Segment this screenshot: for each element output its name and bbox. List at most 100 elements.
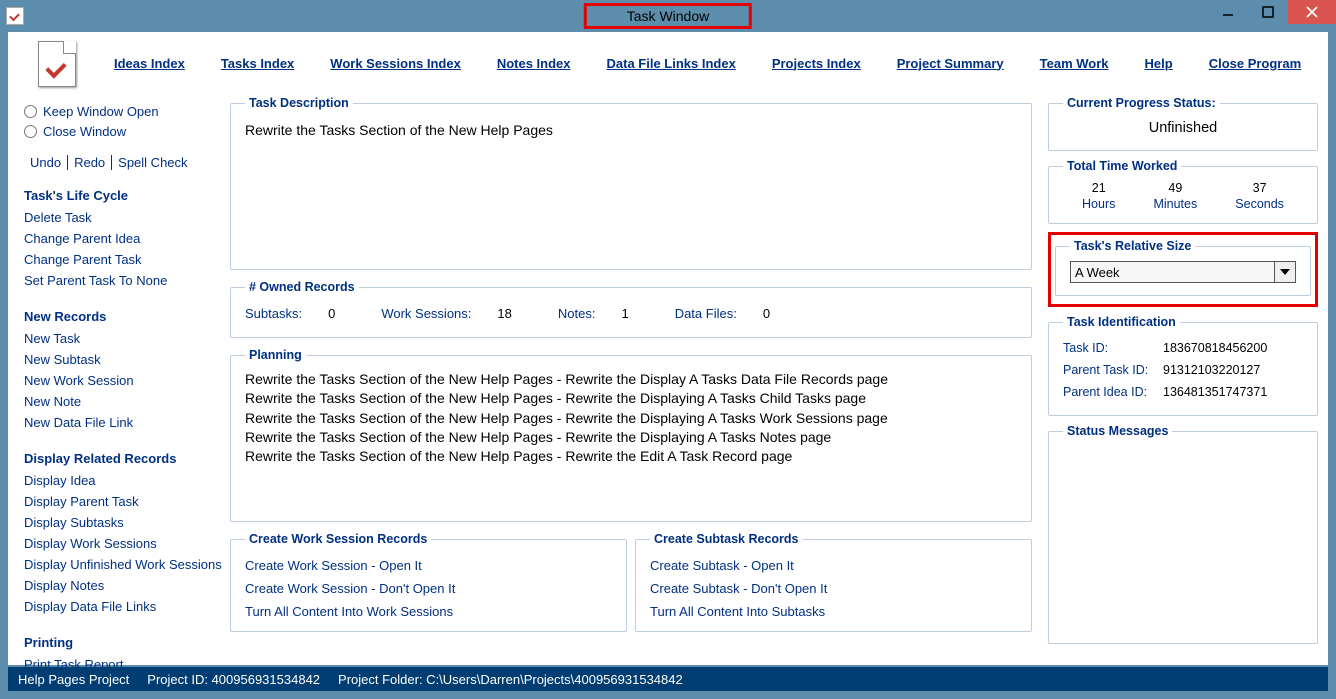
status-messages-group: Status Messages (1048, 424, 1318, 644)
link-create-sub-dont-open[interactable]: Create Subtask - Don't Open It (650, 577, 1017, 600)
menu-ideas-index[interactable]: Ideas Index (114, 56, 185, 71)
planning-line: Rewrite the Tasks Section of the New Hel… (245, 447, 1017, 466)
create-subtask-group: Create Subtask Records Create Subtask - … (635, 532, 1032, 632)
create-ws-legend: Create Work Session Records (245, 532, 431, 546)
work-sessions-label: Work Sessions: (381, 306, 471, 321)
menu-notes-index[interactable]: Notes Index (497, 56, 571, 71)
time-worked-group: Total Time Worked 21 Hours 49 Minutes 37 (1048, 159, 1318, 224)
owned-records-legend: # Owned Records (245, 280, 359, 294)
radio-close-window-input[interactable] (24, 125, 37, 138)
link-set-parent-none[interactable]: Set Parent Task To None (24, 270, 224, 291)
task-description-text[interactable]: Rewrite the Tasks Section of the New Hel… (245, 118, 1017, 138)
section-life-cycle: Task's Life Cycle (24, 188, 224, 203)
planning-line: Rewrite the Tasks Section of the New Hel… (245, 370, 1017, 389)
link-create-ws-open[interactable]: Create Work Session - Open It (245, 554, 612, 577)
seconds-value: 37 (1235, 181, 1284, 195)
chevron-down-icon (1274, 262, 1295, 282)
task-id-label: Task ID: (1063, 341, 1163, 355)
radio-close-window[interactable]: Close Window (24, 124, 224, 139)
link-turn-all-ws[interactable]: Turn All Content Into Work Sessions (245, 600, 612, 623)
link-change-parent-idea[interactable]: Change Parent Idea (24, 228, 224, 249)
main-panel: Task Description Rewrite the Tasks Secti… (230, 96, 1032, 659)
link-display-work-sessions[interactable]: Display Work Sessions (24, 533, 224, 554)
menu-team-work[interactable]: Team Work (1040, 56, 1109, 71)
progress-status-legend: Current Progress Status: (1063, 96, 1220, 110)
link-new-data-file-link[interactable]: New Data File Link (24, 412, 224, 433)
window-controls (1208, 0, 1336, 24)
relative-size-group: Task's Relative Size A Week (1055, 239, 1311, 296)
link-display-notes[interactable]: Display Notes (24, 575, 224, 596)
radio-keep-window-open[interactable]: Keep Window Open (24, 104, 224, 119)
relative-size-highlight: Task's Relative Size A Week (1048, 232, 1318, 307)
section-printing: Printing (24, 635, 224, 650)
task-description-legend: Task Description (245, 96, 353, 110)
status-messages-legend: Status Messages (1063, 424, 1172, 438)
menu-project-summary[interactable]: Project Summary (897, 56, 1004, 71)
link-new-note[interactable]: New Note (24, 391, 224, 412)
redo-link[interactable]: Redo (68, 155, 112, 170)
logo-icon (38, 41, 78, 85)
status-bar: Help Pages Project Project ID: 400956931… (8, 667, 1328, 691)
status-project-id: Project ID: 400956931534842 (147, 672, 320, 687)
parent-task-id-value: 91312103220127 (1163, 363, 1260, 377)
link-turn-all-sub[interactable]: Turn All Content Into Subtasks (650, 600, 1017, 623)
menu-help[interactable]: Help (1145, 56, 1173, 71)
planning-group: Planning Rewrite the Tasks Section of th… (230, 348, 1032, 522)
time-worked-legend: Total Time Worked (1063, 159, 1181, 173)
menu-work-sessions-index[interactable]: Work Sessions Index (330, 56, 461, 71)
create-work-session-group: Create Work Session Records Create Work … (230, 532, 627, 632)
undo-link[interactable]: Undo (24, 155, 68, 170)
task-id-value: 183670818456200 (1163, 341, 1267, 355)
minutes-value: 49 (1153, 181, 1197, 195)
data-files-value: 0 (763, 306, 770, 321)
subtasks-value: 0 (328, 306, 335, 321)
menu-projects-index[interactable]: Projects Index (772, 56, 861, 71)
link-display-idea[interactable]: Display Idea (24, 470, 224, 491)
planning-content[interactable]: Rewrite the Tasks Section of the New Hel… (245, 370, 1017, 467)
work-sessions-value: 18 (497, 306, 511, 321)
minimize-button[interactable] (1208, 0, 1248, 24)
close-button[interactable] (1288, 0, 1336, 24)
maximize-button[interactable] (1248, 0, 1288, 24)
parent-task-id-label: Parent Task ID: (1063, 363, 1163, 377)
radio-close-label: Close Window (43, 124, 126, 139)
parent-idea-id-label: Parent Idea ID: (1063, 385, 1163, 399)
owned-records-group: # Owned Records Subtasks: 0 Work Session… (230, 280, 1032, 338)
link-display-subtasks[interactable]: Display Subtasks (24, 512, 224, 533)
link-display-parent-task[interactable]: Display Parent Task (24, 491, 224, 512)
progress-status-group: Current Progress Status: Unfinished (1048, 96, 1318, 151)
link-create-ws-dont-open[interactable]: Create Work Session - Don't Open It (245, 577, 612, 600)
create-sub-legend: Create Subtask Records (650, 532, 803, 546)
status-project-name: Help Pages Project (18, 672, 129, 687)
link-display-data-file-links[interactable]: Display Data File Links (24, 596, 224, 617)
task-identification-group: Task Identification Task ID: 18367081845… (1048, 315, 1318, 416)
link-new-work-session[interactable]: New Work Session (24, 370, 224, 391)
spell-check-link[interactable]: Spell Check (112, 155, 193, 170)
progress-status-value: Unfinished (1063, 118, 1303, 138)
section-new-records: New Records (24, 309, 224, 324)
menu-tasks-index[interactable]: Tasks Index (221, 56, 294, 71)
parent-idea-id-value: 136481351747371 (1163, 385, 1267, 399)
link-change-parent-task[interactable]: Change Parent Task (24, 249, 224, 270)
menu-data-file-links-index[interactable]: Data File Links Index (607, 56, 736, 71)
titlebar: Task Window (0, 0, 1336, 32)
planning-line: Rewrite the Tasks Section of the New Hel… (245, 409, 1017, 428)
link-delete-task[interactable]: Delete Task (24, 207, 224, 228)
radio-keep-window-open-input[interactable] (24, 105, 37, 118)
link-display-unfinished-ws[interactable]: Display Unfinished Work Sessions (24, 554, 224, 575)
notes-value: 1 (621, 306, 628, 321)
relative-size-select[interactable]: A Week (1070, 261, 1296, 283)
link-new-subtask[interactable]: New Subtask (24, 349, 224, 370)
right-panel: Current Progress Status: Unfinished Tota… (1048, 96, 1318, 652)
planning-legend: Planning (245, 348, 306, 362)
radio-keep-label: Keep Window Open (43, 104, 159, 119)
planning-line: Rewrite the Tasks Section of the New Hel… (245, 389, 1017, 408)
subtasks-label: Subtasks: (245, 306, 302, 321)
menu-close-program[interactable]: Close Program (1209, 56, 1301, 71)
sidebar: Keep Window Open Close Window Undo Redo … (24, 104, 224, 675)
link-create-sub-open[interactable]: Create Subtask - Open It (650, 554, 1017, 577)
link-new-task[interactable]: New Task (24, 328, 224, 349)
window-title: Task Window (584, 3, 752, 29)
status-project-folder: Project Folder: C:\Users\Darren\Projects… (338, 672, 683, 687)
planning-line: Rewrite the Tasks Section of the New Hel… (245, 428, 1017, 447)
